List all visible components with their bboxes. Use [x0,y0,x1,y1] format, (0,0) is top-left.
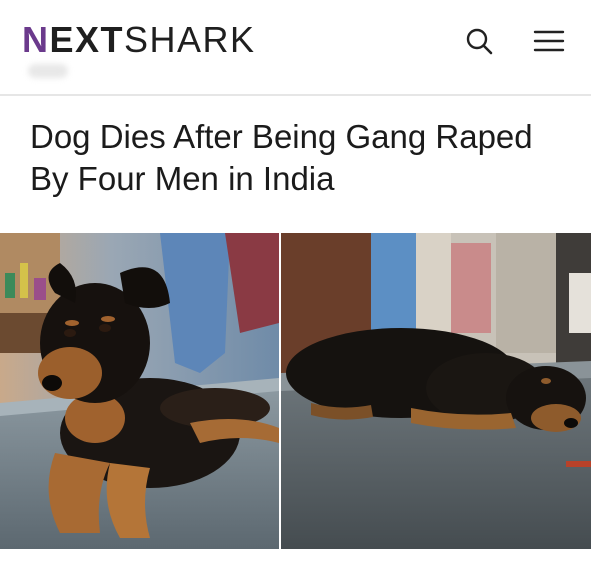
search-icon [466,28,493,55]
search-button[interactable] [463,25,495,57]
logo-ext: EXT [49,19,125,60]
article-photo-left[interactable] [0,233,279,549]
header-divider [0,94,591,96]
blurred-element [28,64,68,78]
hamburger-menu-icon [533,30,565,52]
article-headline[interactable]: Dog Dies After Being Gang Raped By Four … [30,116,570,200]
article-photo-right[interactable] [281,233,591,549]
site-header: NEXTSHARK [0,0,591,95]
menu-button[interactable] [532,26,566,56]
site-logo[interactable]: NEXTSHARK [22,20,256,60]
logo-letter-n: N [22,19,50,60]
logo-shark: SHARK [124,19,256,60]
